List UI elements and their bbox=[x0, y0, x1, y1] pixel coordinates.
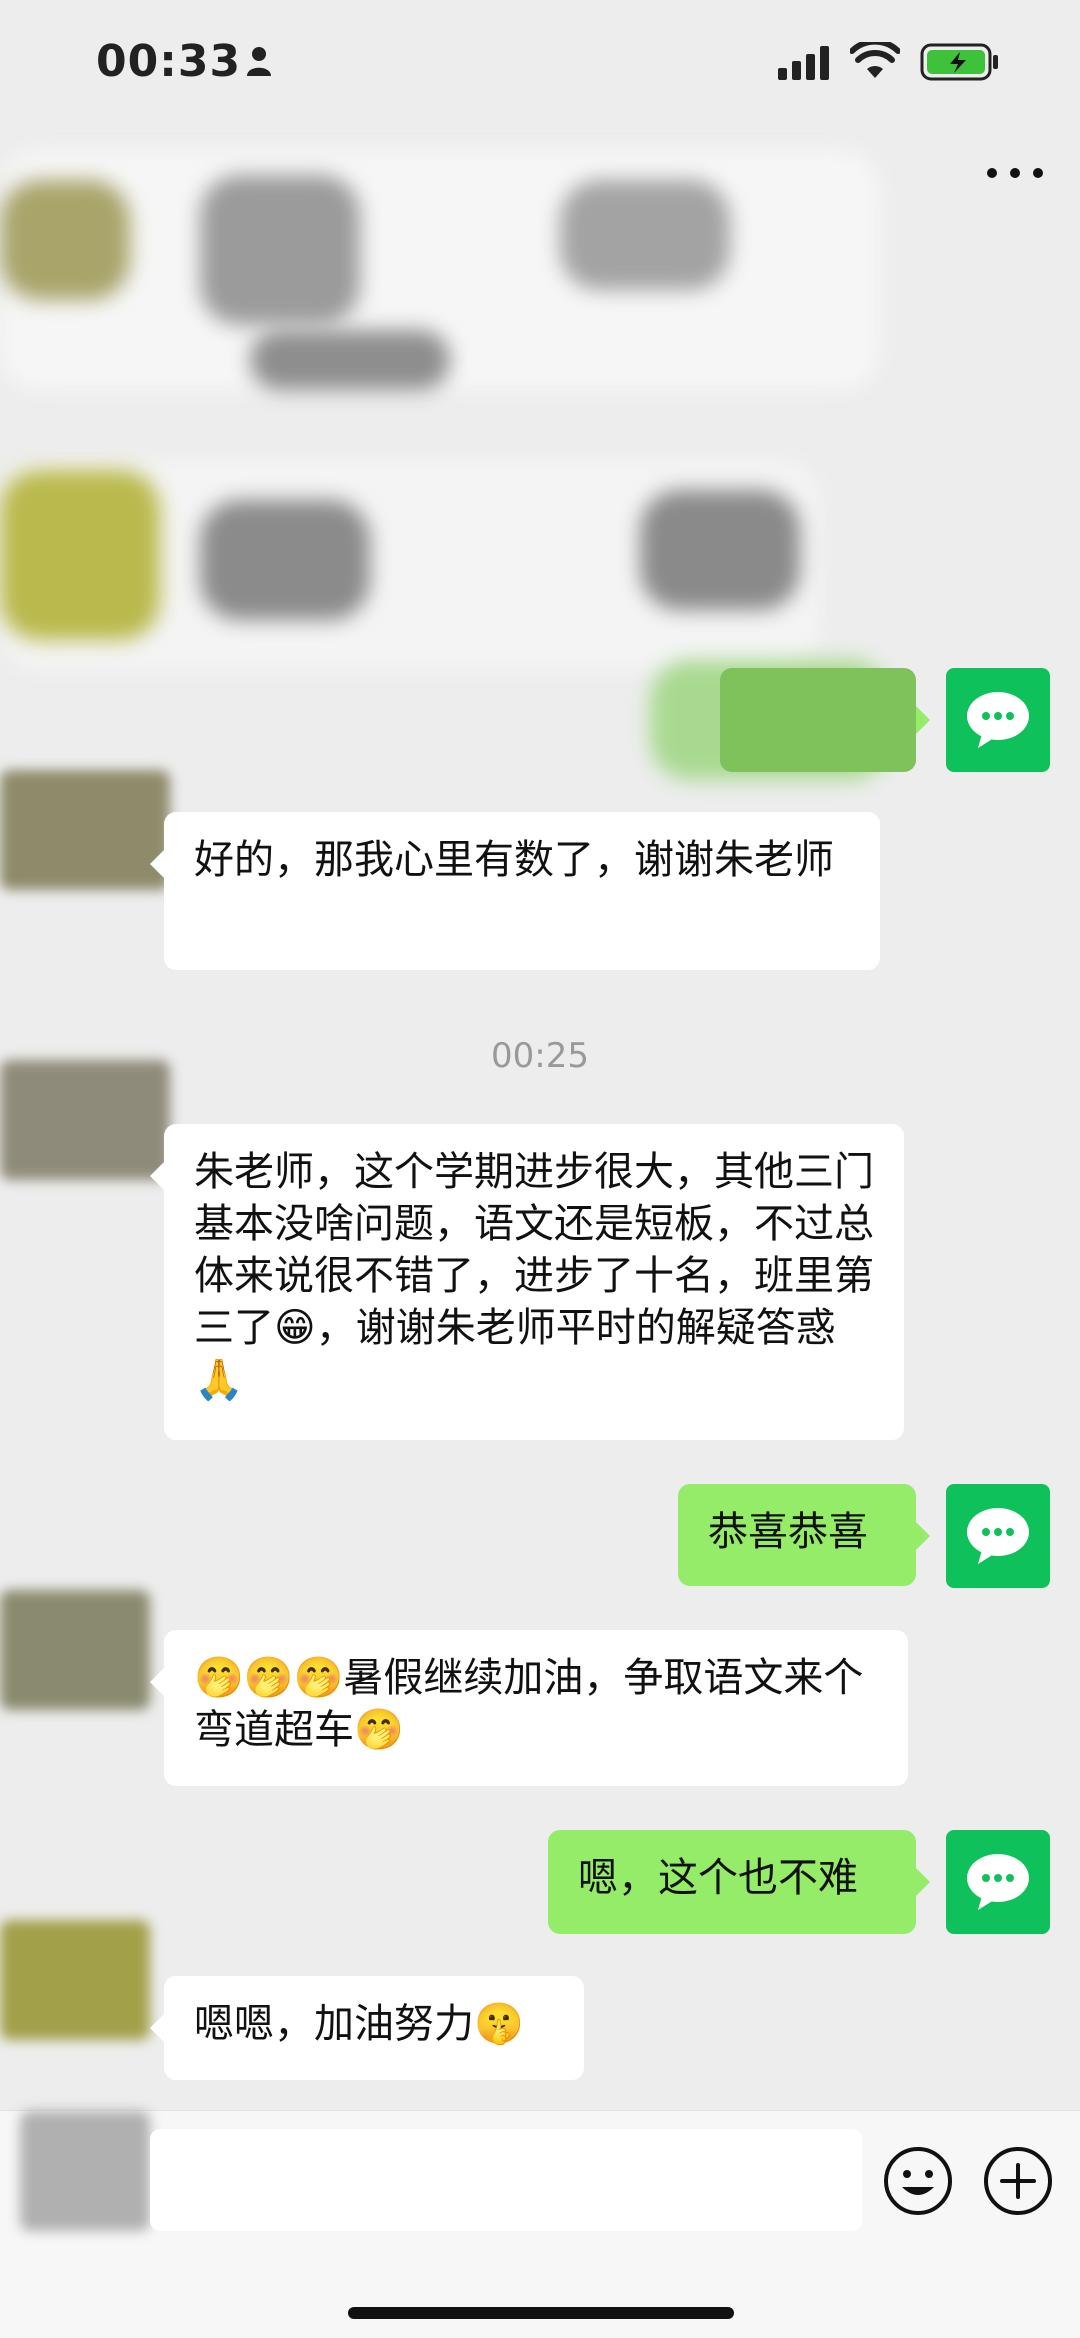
message-input[interactable] bbox=[150, 2129, 862, 2231]
contact-avatar[interactable] bbox=[0, 770, 170, 890]
message-bubble-outgoing[interactable] bbox=[720, 668, 930, 772]
message-bubble-incoming[interactable]: 🤭🤭🤭暑假继续加油，争取语文来个弯道超车🤭 bbox=[150, 1630, 908, 1786]
status-time: 00:33 bbox=[96, 36, 242, 87]
message-bubble-outgoing[interactable]: 恭喜恭喜 bbox=[678, 1484, 930, 1586]
message-bubble-incoming[interactable]: 嗯嗯，加油努力🤫 bbox=[150, 1976, 584, 2080]
input-bar bbox=[0, 2110, 1080, 2338]
message-bubble-incoming[interactable]: 朱老师，这个学期进步很大，其他三门基本没啥问题，语文还是短板，不过总体来说很不错… bbox=[150, 1124, 904, 1440]
signal-icon bbox=[778, 46, 829, 80]
message-bubble-incoming[interactable]: 好的，那我心里有数了，谢谢朱老师 bbox=[150, 812, 880, 970]
status-bar: 00:33 bbox=[0, 0, 1080, 130]
battery-icon bbox=[920, 43, 998, 81]
self-avatar[interactable] bbox=[946, 1484, 1050, 1588]
wechat-bubble-icon bbox=[967, 1508, 1029, 1564]
person-icon bbox=[247, 47, 271, 76]
wechat-bubble-icon bbox=[967, 692, 1029, 748]
message-bubble-outgoing[interactable]: 嗯，这个也不难 bbox=[548, 1830, 930, 1934]
contact-avatar bbox=[20, 2111, 150, 2231]
contact-avatar[interactable] bbox=[0, 1060, 170, 1180]
contact-avatar[interactable] bbox=[0, 1920, 150, 2040]
home-indicator[interactable] bbox=[348, 2307, 734, 2319]
self-avatar[interactable] bbox=[946, 668, 1050, 772]
self-avatar[interactable] bbox=[946, 1830, 1050, 1934]
contact-avatar[interactable] bbox=[0, 1590, 150, 1710]
wechat-bubble-icon bbox=[967, 1854, 1029, 1910]
emoji-icon[interactable] bbox=[882, 2145, 954, 2217]
plus-icon[interactable] bbox=[982, 2145, 1054, 2217]
more-icon[interactable] bbox=[980, 150, 1050, 196]
wifi-icon bbox=[850, 42, 900, 78]
